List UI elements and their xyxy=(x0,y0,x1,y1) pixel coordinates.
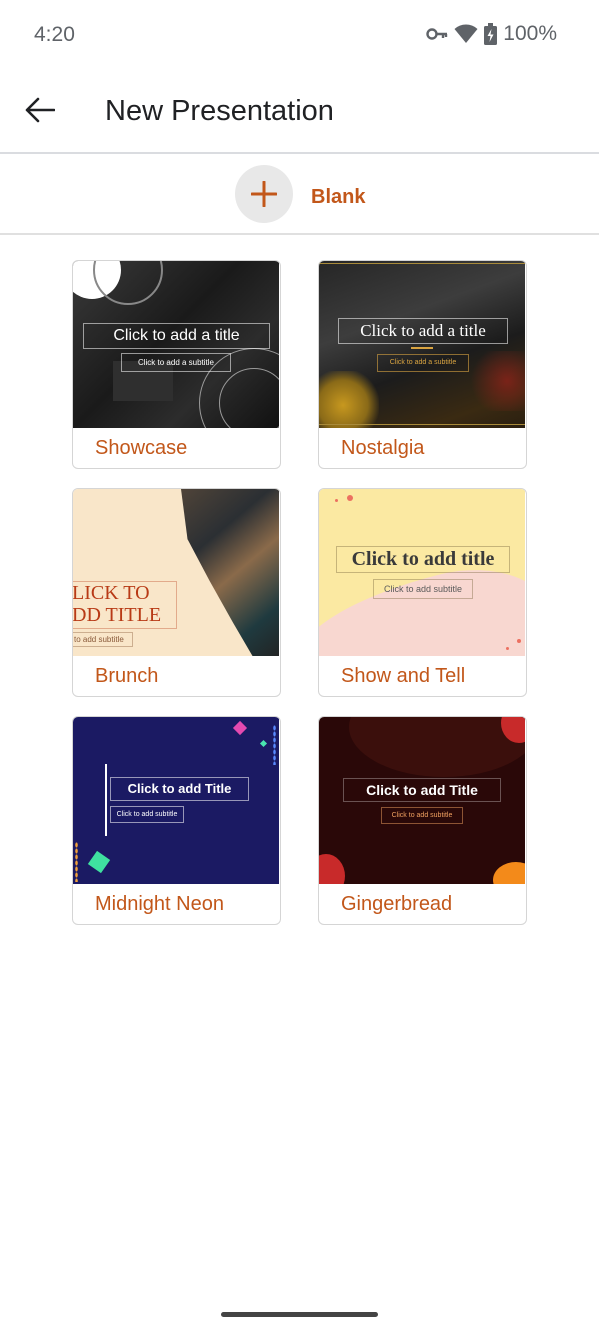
battery-charging-icon xyxy=(484,23,498,45)
decor-ring xyxy=(93,261,163,305)
decor-dot xyxy=(517,639,521,643)
template-thumbnail-show-and-tell: Click to add title Click to add subtitle xyxy=(319,489,525,656)
decor-red-car xyxy=(465,351,525,411)
decor-divider xyxy=(411,347,433,349)
subtitle-placeholder: to add subtitle xyxy=(73,632,133,647)
page-title: New Presentation xyxy=(105,95,334,127)
template-name: Nostalgia xyxy=(341,437,425,459)
gesture-nav-bar[interactable] xyxy=(221,1312,378,1317)
plus-icon xyxy=(235,165,293,223)
blank-row: Blank xyxy=(0,155,599,235)
template-name: Brunch xyxy=(95,665,159,687)
title-placeholder: Click to add title xyxy=(336,546,510,573)
decor-shape xyxy=(259,739,268,748)
template-card-nostalgia[interactable]: Click to add a title Click to add a subt… xyxy=(318,260,527,469)
template-name: Midnight Neon xyxy=(95,893,224,915)
template-thumbnail-brunch: LICK TO DD TITLE to add subtitle xyxy=(73,489,279,656)
template-thumbnail-midnight-neon: Click to add Title Click to add subtitle xyxy=(73,717,279,884)
decor-dot xyxy=(335,499,338,502)
title-placeholder: Click to add Title xyxy=(343,778,501,802)
decor-dots xyxy=(273,725,276,765)
title-placeholder: LICK TO DD TITLE xyxy=(73,581,177,629)
template-name: Gingerbread xyxy=(341,893,453,915)
decor-blob xyxy=(319,854,345,884)
template-thumbnail-showcase: Click to add a title Click to add a subt… xyxy=(73,261,279,428)
back-button[interactable] xyxy=(16,90,64,134)
status-time: 4:20 xyxy=(34,23,75,46)
decor-dot xyxy=(347,495,353,501)
decor-diamond xyxy=(87,850,111,874)
new-presentation-screen: 4:20 100% New Presentation Blank Click t… xyxy=(0,0,599,1333)
decor-photo xyxy=(181,489,279,656)
arrow-back-icon xyxy=(25,97,56,128)
subtitle-placeholder: Click to add subtitle xyxy=(373,579,473,599)
template-name: Show and Tell xyxy=(341,665,466,687)
subtitle-placeholder: Click to add subtitle xyxy=(381,807,463,824)
decor-blob xyxy=(349,717,525,777)
subtitle-placeholder: Click to add subtitle xyxy=(110,806,184,823)
template-card-midnight-neon[interactable]: Click to add Title Click to add subtitle… xyxy=(72,716,281,925)
decor-dot xyxy=(506,647,509,650)
title-placeholder: Click to add a title xyxy=(338,318,508,344)
vpn-key-icon xyxy=(426,27,448,41)
template-card-showcase[interactable]: Click to add a title Click to add a subt… xyxy=(72,260,281,469)
app-bar: New Presentation xyxy=(0,70,599,154)
decor-line xyxy=(319,424,525,425)
template-card-gingerbread[interactable]: Click to add Title Click to add subtitle… xyxy=(318,716,527,925)
decor-yellow-car xyxy=(319,371,379,428)
decor-vertical-line xyxy=(105,764,107,836)
template-thumbnail-nostalgia: Click to add a title Click to add a subt… xyxy=(319,261,525,428)
blank-label: Blank xyxy=(311,185,366,208)
title-placeholder: Click to add Title xyxy=(110,777,249,801)
decor-line xyxy=(319,263,525,264)
template-card-brunch[interactable]: LICK TO DD TITLE to add subtitle Brunch xyxy=(72,488,281,697)
status-bar: 4:20 100% xyxy=(0,0,599,70)
blank-presentation-button[interactable]: Blank xyxy=(235,165,365,223)
subtitle-placeholder: Click to add a subtitle xyxy=(121,353,231,372)
title-placeholder: Click to add a title xyxy=(83,323,270,349)
wifi-icon xyxy=(454,24,478,44)
decor-blob xyxy=(493,862,525,884)
decor-dots xyxy=(75,842,78,882)
template-name: Showcase xyxy=(95,437,188,459)
template-thumbnail-gingerbread: Click to add Title Click to add subtitle xyxy=(319,717,525,884)
decor-shape xyxy=(232,720,248,736)
template-card-show-and-tell[interactable]: Click to add title Click to add subtitle… xyxy=(318,488,527,697)
subtitle-placeholder: Click to add a subtitle xyxy=(377,354,469,372)
status-icons: 100% xyxy=(426,22,557,46)
battery-percent: 100% xyxy=(503,22,557,45)
